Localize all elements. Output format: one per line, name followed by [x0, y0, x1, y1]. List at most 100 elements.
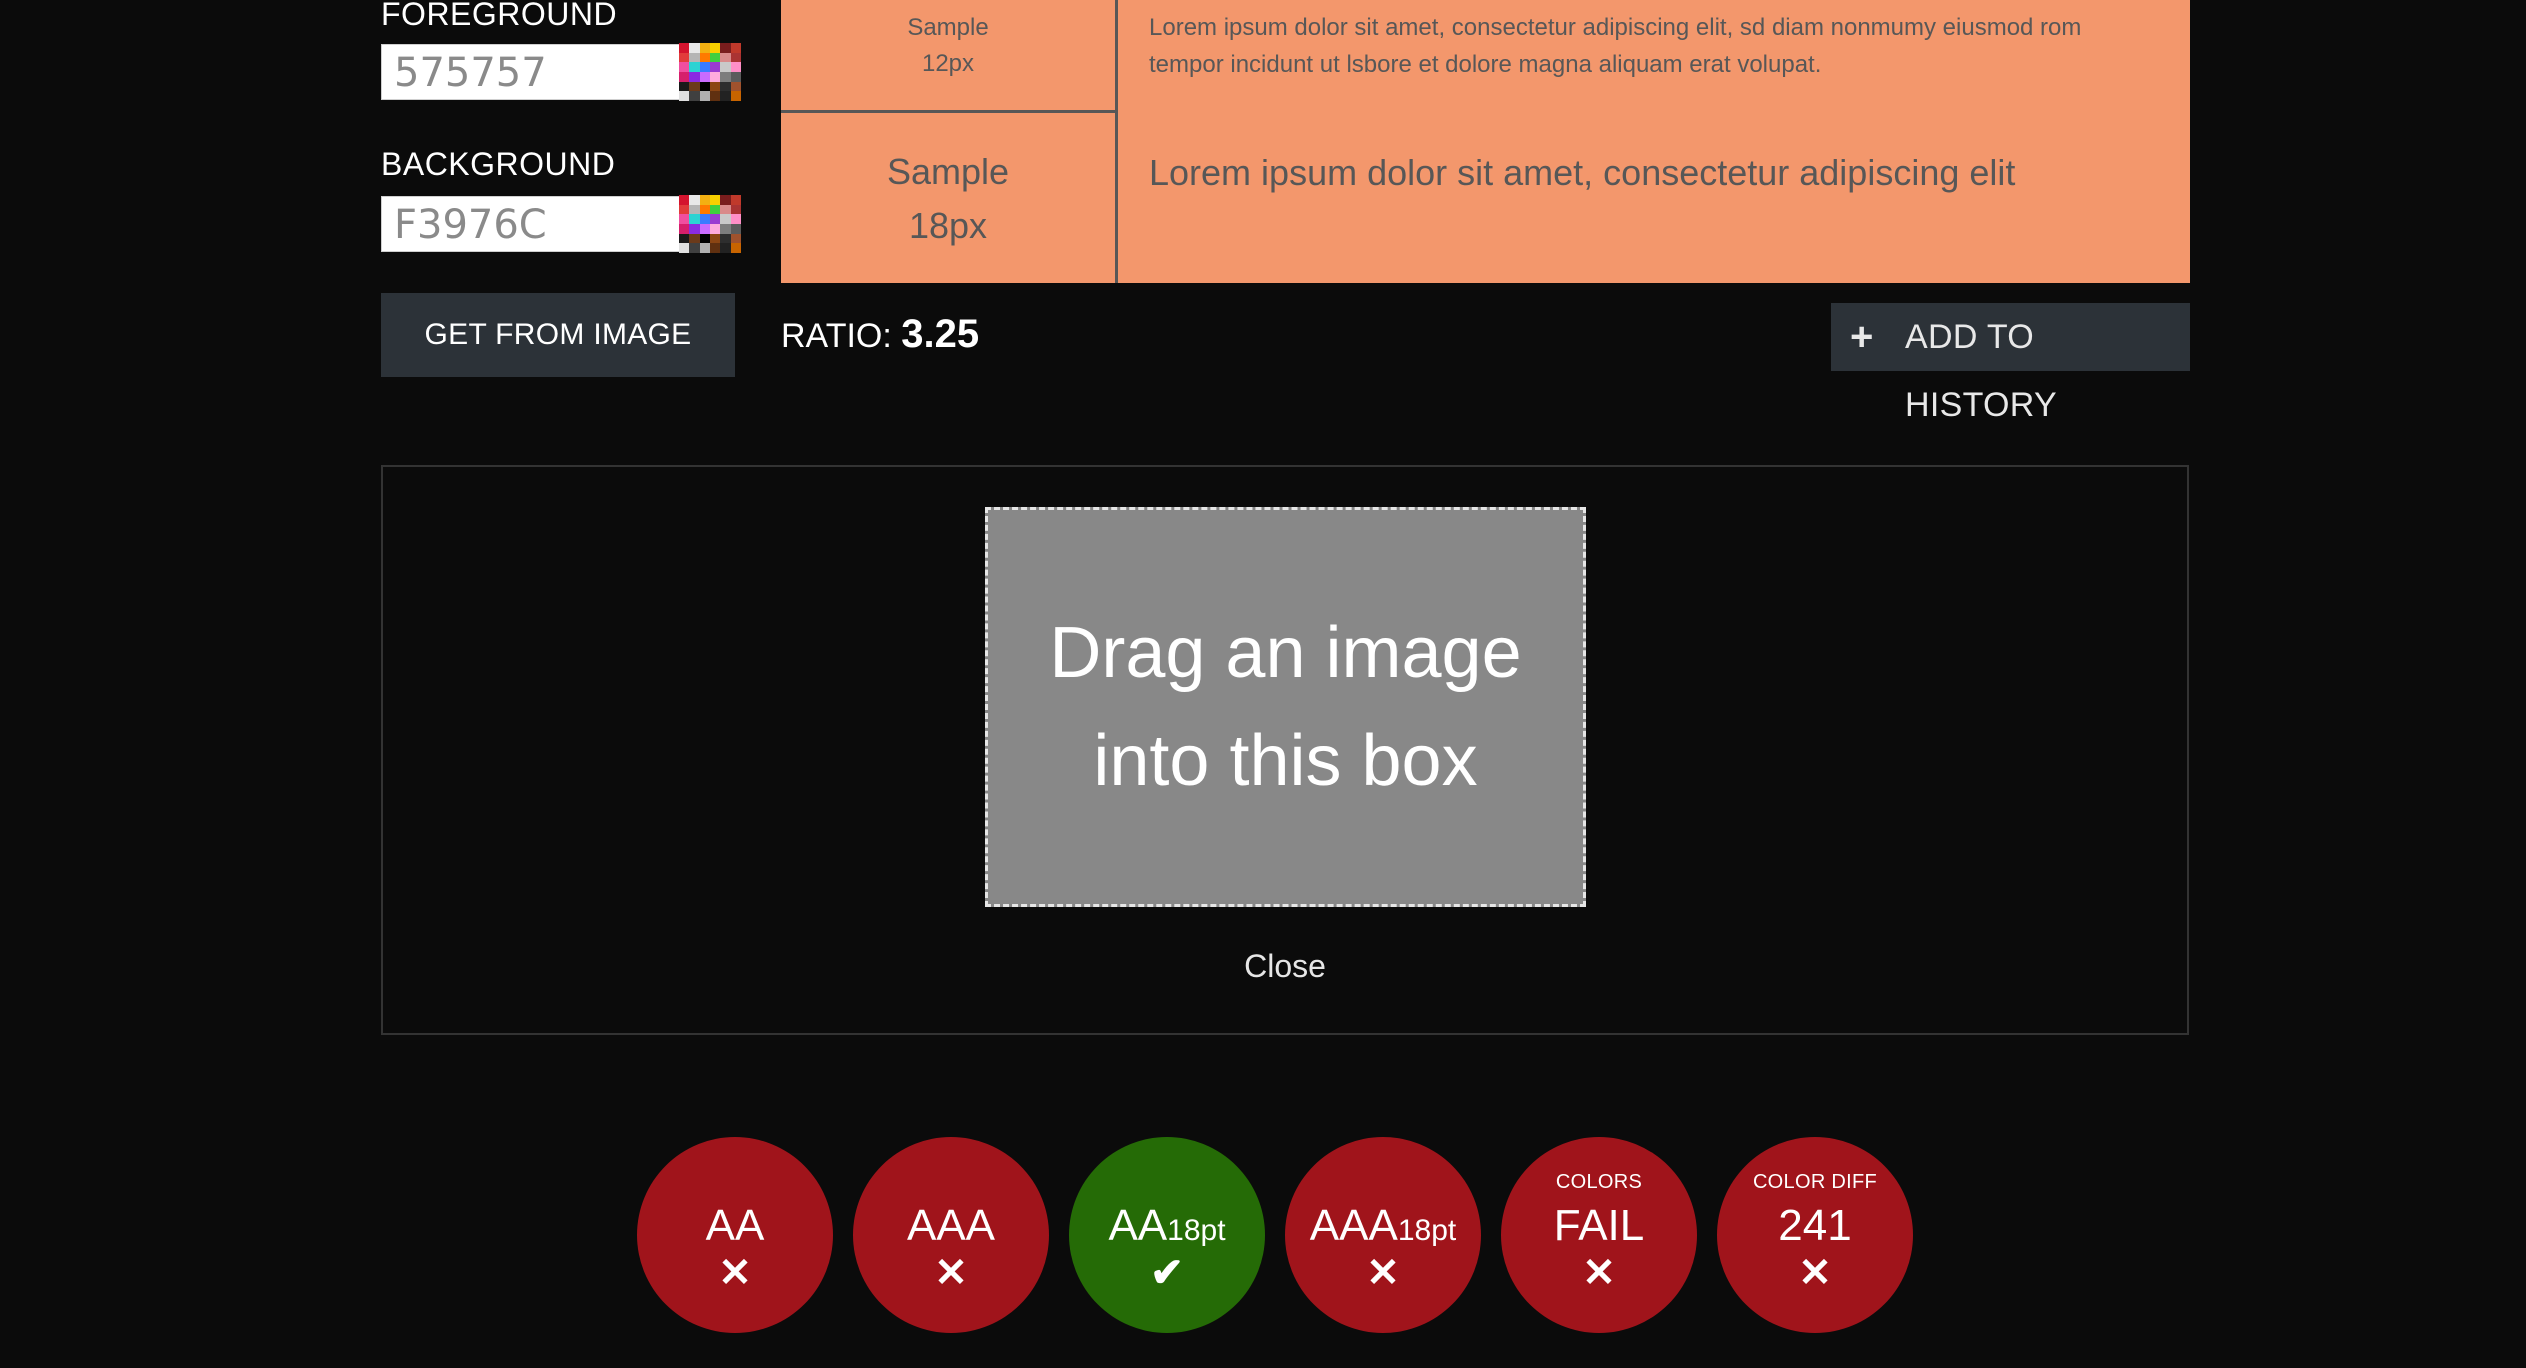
palette-swatch — [689, 233, 700, 244]
image-dropzone[interactable]: Drag an image into this box — [985, 507, 1586, 907]
palette-swatch — [689, 43, 700, 53]
plus-icon: + — [1850, 315, 1874, 359]
palette-swatch — [730, 224, 741, 234]
palette-swatch — [720, 243, 731, 253]
badge-title: FAIL — [1553, 1201, 1645, 1250]
palette-swatch — [730, 52, 741, 63]
palette-swatch — [679, 43, 690, 53]
palette-swatch — [689, 91, 700, 101]
palette-swatch — [679, 233, 690, 244]
result-badge-aaa-18pt: AAA18pt ✕ — [1285, 1137, 1481, 1333]
result-badge-color-diff: COLOR DIFF 241 ✕ — [1717, 1137, 1913, 1333]
palette-swatch — [720, 91, 731, 101]
palette-swatch — [709, 243, 721, 253]
palette-swatch — [709, 195, 721, 205]
palette-swatch — [679, 62, 690, 72]
palette-swatch — [699, 72, 710, 82]
sample-12-label: Sample 12px — [781, 10, 1115, 82]
palette-swatch — [679, 195, 690, 205]
palette-swatch — [679, 81, 690, 92]
x-icon: ✕ — [718, 1251, 752, 1295]
palette-swatch — [699, 224, 710, 234]
palette-swatch — [679, 72, 690, 82]
palette-swatch — [730, 43, 741, 53]
palette-swatch — [689, 72, 700, 82]
palette-swatch — [720, 224, 731, 234]
palette-swatch — [730, 62, 741, 72]
contrast-ratio: RATIO: 3.25 — [781, 312, 979, 357]
dropzone-line-2: into this box — [1093, 721, 1478, 801]
palette-swatch — [730, 195, 741, 205]
sample-12-size: 12px — [921, 50, 975, 77]
palette-swatch — [709, 224, 721, 234]
palette-swatch — [720, 214, 731, 224]
foreground-palette-icon[interactable] — [679, 43, 741, 101]
add-to-history-label: ADD TO HISTORY — [1905, 318, 2057, 424]
palette-swatch — [720, 195, 731, 205]
x-icon: ✕ — [1798, 1251, 1832, 1295]
palette-swatch — [699, 91, 710, 101]
palette-swatch — [699, 62, 710, 72]
badge-title: 241 — [1778, 1201, 1852, 1250]
palette-swatch — [720, 43, 731, 53]
background-palette-icon[interactable] — [679, 195, 741, 253]
palette-swatch — [720, 62, 731, 72]
palette-swatch — [679, 224, 690, 234]
sample-18-size: 18px — [908, 205, 988, 246]
badge-title: AA — [1108, 1201, 1168, 1250]
result-badge-aa: AA ✕ — [637, 1137, 833, 1333]
badge-caption: COLOR DIFF — [1752, 1171, 1878, 1193]
palette-swatch — [699, 204, 710, 215]
palette-swatch — [699, 81, 710, 92]
foreground-label: FOREGROUND — [381, 0, 618, 32]
palette-swatch — [679, 91, 690, 101]
palette-swatch — [679, 214, 690, 224]
get-from-image-button[interactable]: GET FROM IMAGE — [381, 293, 735, 377]
badge-caption: COLORS — [1555, 1171, 1643, 1193]
palette-swatch — [730, 81, 741, 92]
close-link[interactable]: Close — [1185, 948, 1385, 985]
result-badge-aa-18pt: AA18pt ✔ — [1069, 1137, 1265, 1333]
badge-suffix: 18pt — [1397, 1214, 1457, 1247]
palette-swatch — [689, 204, 700, 215]
palette-swatch — [720, 204, 731, 215]
preview-divider-horizontal — [781, 110, 1115, 113]
palette-swatch — [709, 52, 721, 63]
palette-swatch — [679, 243, 690, 253]
palette-swatch — [730, 204, 741, 215]
palette-swatch — [689, 243, 700, 253]
palette-swatch — [699, 214, 710, 224]
palette-swatch — [730, 243, 741, 253]
x-icon: ✕ — [1582, 1251, 1616, 1295]
palette-swatch — [730, 214, 741, 224]
badge-title: AAA — [906, 1201, 996, 1250]
ratio-label: RATIO: — [781, 317, 892, 355]
palette-swatch — [709, 204, 721, 215]
palette-swatch — [720, 233, 731, 244]
palette-swatch — [679, 204, 690, 215]
palette-swatch — [730, 91, 741, 101]
palette-swatch — [689, 214, 700, 224]
palette-swatch — [689, 224, 700, 234]
foreground-input[interactable]: 575757 — [381, 44, 681, 100]
palette-swatch — [709, 81, 721, 92]
x-icon: ✕ — [1366, 1251, 1400, 1295]
palette-swatch — [709, 214, 721, 224]
badge-title: AA — [705, 1201, 765, 1250]
palette-swatch — [730, 233, 741, 244]
x-icon: ✕ — [934, 1251, 968, 1295]
palette-swatch — [699, 52, 710, 63]
sample-18-label: Sample 18px — [781, 145, 1115, 253]
background-input[interactable]: F3976C — [381, 196, 681, 252]
palette-swatch — [699, 243, 710, 253]
add-to-history-button[interactable]: + ADD TO HISTORY — [1831, 303, 2190, 424]
palette-swatch — [709, 233, 721, 244]
result-badge-aaa: AAA ✕ — [853, 1137, 1049, 1333]
result-badge-colors: COLORS FAIL ✕ — [1501, 1137, 1697, 1333]
palette-swatch — [699, 43, 710, 53]
palette-swatch — [720, 72, 731, 82]
palette-swatch — [730, 72, 741, 82]
sample-12-text: Lorem ipsum dolor sit amet, consectetur … — [1149, 14, 2082, 78]
palette-swatch — [679, 52, 690, 63]
palette-swatch — [699, 233, 710, 244]
